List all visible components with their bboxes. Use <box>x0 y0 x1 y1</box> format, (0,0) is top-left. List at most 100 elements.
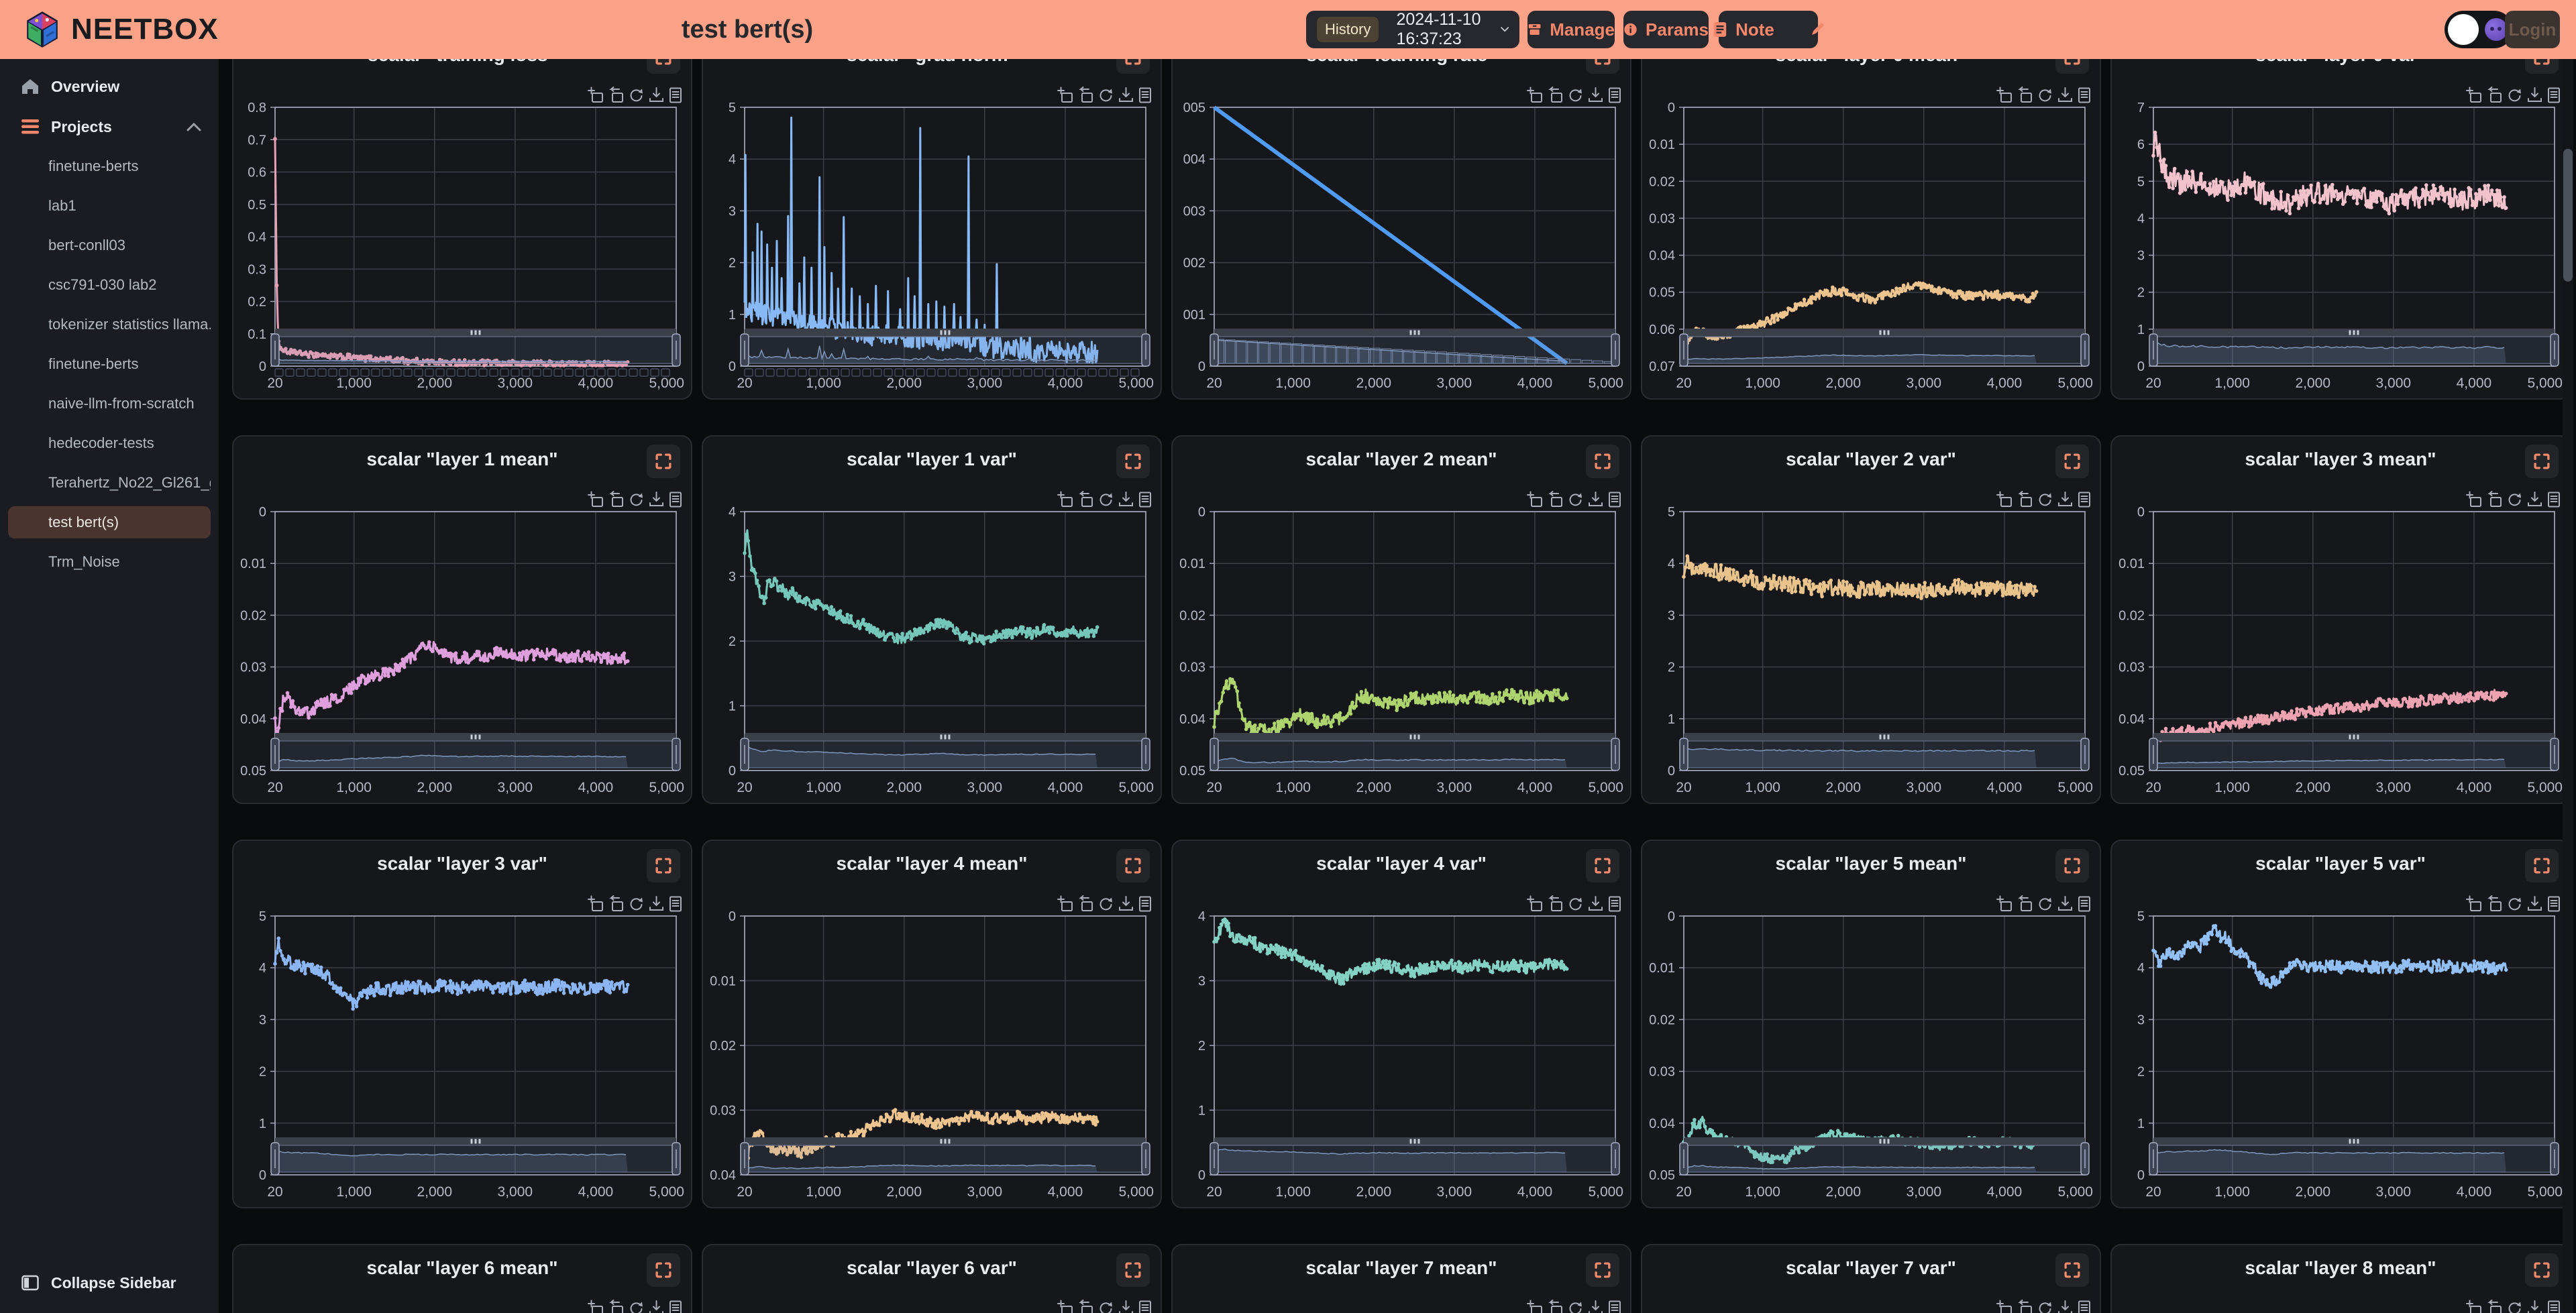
datazoom-scrub-bar[interactable] <box>2153 1137 2555 1145</box>
area-zoom-icon[interactable] <box>1058 897 1072 911</box>
save-image-icon[interactable] <box>2528 1301 2541 1313</box>
datazoom-handle[interactable] <box>271 334 279 366</box>
restore-icon[interactable] <box>2510 89 2521 101</box>
datazoom-scrub-bar[interactable] <box>745 733 1146 741</box>
chart-plot[interactable]: 00.010.020.030.040.05201,0002,0003,0004,… <box>1642 841 2102 1210</box>
zoom-reset-icon[interactable] <box>1550 492 1562 506</box>
datazoom-navigator[interactable] <box>741 1143 1150 1175</box>
data-view-icon[interactable] <box>2079 493 2090 507</box>
chart-plot[interactable]: 00.010.020.030.040.050.060.07201,0002,00… <box>1642 32 2102 401</box>
chart-card[interactable]: 00.010.020.030.040.05201,0002,0003,0004,… <box>232 435 692 804</box>
note-button[interactable]: Note <box>1702 11 1784 48</box>
restore-icon[interactable] <box>1101 494 1112 506</box>
datazoom-scrub-bar[interactable] <box>2153 733 2555 741</box>
area-zoom-icon[interactable] <box>2467 88 2481 103</box>
chart-card[interactable]: 00.010.020.030.04201,0002,0003,0004,0005… <box>702 840 1162 1208</box>
save-image-icon[interactable] <box>2528 492 2541 506</box>
restore-icon[interactable] <box>1570 494 1582 506</box>
fullscreen-button[interactable] <box>2525 1253 2559 1287</box>
area-zoom-icon[interactable] <box>1058 88 1072 103</box>
chart-card[interactable]: 00.010.020.030.040.05201,0002,0003,0004,… <box>1171 435 1631 804</box>
data-view-icon[interactable] <box>1609 89 1620 103</box>
save-image-icon[interactable] <box>2528 88 2541 101</box>
datazoom-handle[interactable] <box>1210 1143 1218 1175</box>
restore-icon[interactable] <box>631 1302 643 1313</box>
restore-icon[interactable] <box>1101 1302 1112 1313</box>
chart-card[interactable]: 00.010.020.030.040.05201,0002,0003,0004,… <box>2110 435 2571 804</box>
area-zoom-icon[interactable] <box>588 88 602 103</box>
datazoom-handle[interactable] <box>1680 1143 1688 1175</box>
datazoom-handle[interactable] <box>741 738 749 770</box>
zoom-reset-icon[interactable] <box>2489 1300 2501 1313</box>
zoom-reset-icon[interactable] <box>611 1300 623 1313</box>
zoom-reset-icon[interactable] <box>2020 87 2031 102</box>
datazoom-handle[interactable] <box>2149 334 2157 366</box>
zoom-reset-icon[interactable] <box>611 896 623 911</box>
datazoom-handle[interactable] <box>1680 738 1688 770</box>
save-image-icon[interactable] <box>650 897 663 910</box>
chart-plot[interactable]: 43210201,0002,0003,0004,0005,000 <box>1173 841 1633 1210</box>
zoom-reset-icon[interactable] <box>1550 896 1562 911</box>
datazoom-handle[interactable] <box>1680 334 1688 366</box>
datazoom-handle[interactable] <box>1142 738 1150 770</box>
datazoom-scrub-bar[interactable] <box>745 1137 1146 1145</box>
chart-card[interactable]: 00.010.020.030.040.05201,0002,0003,0004,… <box>1641 840 2101 1208</box>
chart-card[interactable]: 543210201,0002,0003,0004,0005,000scalar … <box>1641 435 2101 804</box>
chart-plot[interactable]: 00.010.020.030.040.05201,0002,0003,0004,… <box>2112 437 2572 805</box>
restore-icon[interactable] <box>2510 898 2521 910</box>
data-view-icon[interactable] <box>1140 89 1150 103</box>
data-view-icon[interactable] <box>670 897 681 911</box>
data-view-icon[interactable] <box>2079 1302 2090 1313</box>
data-view-icon[interactable] <box>1140 493 1150 507</box>
datazoom-navigator[interactable] <box>1210 334 1619 366</box>
zoom-reset-icon[interactable] <box>1081 492 1092 506</box>
save-image-icon[interactable] <box>2059 1301 2072 1313</box>
data-view-icon[interactable] <box>1140 1302 1150 1313</box>
login-button[interactable]: Login <box>2505 11 2560 48</box>
datazoom-handle[interactable] <box>1611 334 1619 366</box>
datazoom-navigator[interactable] <box>741 334 1150 366</box>
datazoom-scrub-bar[interactable] <box>275 733 676 741</box>
area-zoom-icon[interactable] <box>588 492 602 507</box>
chart-card[interactable]: 0050040030020010201,0002,0003,0004,0005,… <box>1171 31 1631 400</box>
datazoom-scrub-bar[interactable] <box>1684 1137 2085 1145</box>
chart-plot[interactable]: 76543210201,0002,0003,0004,0005,000 <box>1642 1245 2102 1313</box>
datazoom-navigator[interactable] <box>2149 1143 2559 1175</box>
chart-card[interactable]: 00.010.020.030.040.050.060.07201,0002,00… <box>1641 31 2101 400</box>
project-item[interactable]: csc791-030 lab2 <box>8 269 211 301</box>
datazoom-navigator[interactable] <box>1680 738 2089 770</box>
save-image-icon[interactable] <box>650 1301 663 1313</box>
restore-icon[interactable] <box>2040 898 2051 910</box>
datazoom-handle[interactable] <box>1142 334 1150 366</box>
chart-card[interactable]: 543210201,0002,0003,0004,0005,000scalar … <box>702 31 1162 400</box>
chart-plot[interactable]: 00.010.020.030.040.05201,0002,0003,0004,… <box>1173 437 1633 805</box>
area-zoom-icon[interactable] <box>1527 897 1542 911</box>
save-image-icon[interactable] <box>650 88 663 101</box>
collapse-sidebar-button[interactable]: Collapse Sidebar <box>0 1266 219 1300</box>
area-zoom-icon[interactable] <box>1527 492 1542 507</box>
chart-card[interactable]: 543210201,0002,0003,0004,0005,000scalar … <box>2110 840 2571 1208</box>
restore-icon[interactable] <box>2510 1302 2521 1313</box>
save-image-icon[interactable] <box>2059 492 2072 506</box>
datazoom-handle[interactable] <box>741 1143 749 1175</box>
save-image-icon[interactable] <box>1120 897 1132 910</box>
data-view-icon[interactable] <box>2548 89 2559 103</box>
datazoom-handle[interactable] <box>1210 738 1218 770</box>
chart-card[interactable]: 543210201,0002,0003,0004,0005,000scalar … <box>232 840 692 1208</box>
zoom-reset-icon[interactable] <box>1550 1300 1562 1313</box>
save-image-icon[interactable] <box>650 492 663 506</box>
area-zoom-icon[interactable] <box>1058 492 1072 507</box>
fullscreen-button[interactable] <box>2055 849 2089 882</box>
save-image-icon[interactable] <box>1589 88 1602 101</box>
data-view-icon[interactable] <box>1140 897 1150 911</box>
restore-icon[interactable] <box>2040 494 2051 506</box>
area-zoom-icon[interactable] <box>2467 1301 2481 1313</box>
chart-card[interactable]: 43210201,0002,0003,0004,0005,000scalar "… <box>702 435 1162 804</box>
data-view-icon[interactable] <box>1609 897 1620 911</box>
datazoom-handle[interactable] <box>2551 738 2559 770</box>
restore-icon[interactable] <box>631 89 643 101</box>
zoom-reset-icon[interactable] <box>2489 492 2501 506</box>
datazoom-scrub-bar[interactable] <box>1214 1137 1615 1145</box>
area-zoom-icon[interactable] <box>588 897 602 911</box>
area-zoom-icon[interactable] <box>1997 492 2011 507</box>
